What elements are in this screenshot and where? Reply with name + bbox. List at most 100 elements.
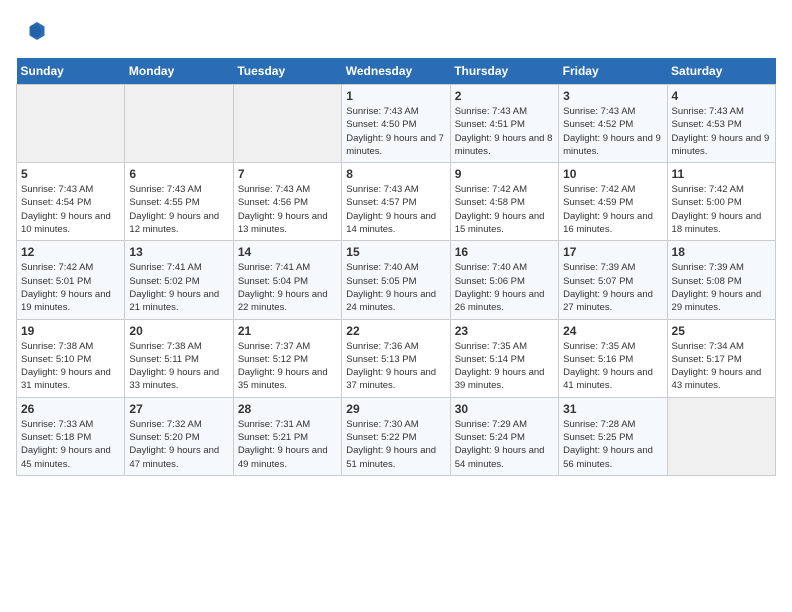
day-info: Sunrise: 7:43 AM Sunset: 4:55 PM Dayligh… [129,183,228,236]
calendar-cell: 23Sunrise: 7:35 AM Sunset: 5:14 PM Dayli… [450,319,558,397]
calendar-cell: 22Sunrise: 7:36 AM Sunset: 5:13 PM Dayli… [342,319,450,397]
day-number: 26 [21,402,120,416]
day-number: 24 [563,324,662,338]
day-header-saturday: Saturday [667,58,775,85]
calendar-cell: 24 Sunrise: 7:35 AM Sunset: 5:16 PM Dayli… [559,319,667,397]
day-number: 11 [672,167,771,181]
day-info: Sunrise: 7:37 AM Sunset: 5:12 PM Dayligh… [238,340,337,393]
day-info: Sunrise: 7:35 AM Sunset: 5:16 PM Dayligh… [563,340,662,393]
day-info: Sunrise: 7:42 AM Sunset: 5:00 PM Dayligh… [672,183,771,236]
day-info: Sunrise: 7:42 AM Sunset: 5:01 PM Dayligh… [21,261,120,314]
calendar-cell: 5 Sunrise: 7:43 AM Sunset: 4:54 PM Daylig… [17,163,125,241]
day-number: 19 [21,324,120,338]
week-row-1: 1 Sunrise: 7:43 AM Sunset: 4:50 PM Daylig… [17,85,776,163]
calendar-cell [17,85,125,163]
day-info: Sunrise: 7:34 AM Sunset: 5:17 PM Dayligh… [672,340,771,393]
calendar-cell: 3 Sunrise: 7:43 AM Sunset: 4:52 PM Daylig… [559,85,667,163]
calendar-cell: 21 Sunrise: 7:37 AM Sunset: 5:12 PM Dayli… [233,319,341,397]
day-number: 28 [238,402,337,416]
week-row-2: 5 Sunrise: 7:43 AM Sunset: 4:54 PM Daylig… [17,163,776,241]
day-number: 31 [563,402,662,416]
calendar-cell: 30 Sunrise: 7:29 AM Sunset: 5:24 PM Dayli… [450,397,558,475]
day-header-tuesday: Tuesday [233,58,341,85]
day-header-sunday: Sunday [17,58,125,85]
day-number: 8 [346,167,445,181]
day-number: 14 [238,245,337,259]
day-info: Sunrise: 7:32 AM Sunset: 5:20 PM Dayligh… [129,418,228,471]
day-number: 2 [455,89,554,103]
calendar-cell: 15 Sunrise: 7:40 AM Sunset: 5:05 PM Dayli… [342,241,450,319]
day-number: 18 [672,245,771,259]
day-number: 20 [129,324,228,338]
day-number: 10 [563,167,662,181]
day-number: 16 [455,245,554,259]
calendar-table: SundayMondayTuesdayWednesdayThursdayFrid… [16,58,776,476]
day-info: Sunrise: 7:40 AM Sunset: 5:06 PM Dayligh… [455,261,554,314]
calendar-cell: 19 Sunrise: 7:38 AM Sunset: 5:10 PM Dayli… [17,319,125,397]
day-number: 29 [346,402,445,416]
day-info: Sunrise: 7:39 AM Sunset: 5:07 PM Dayligh… [563,261,662,314]
day-info: Sunrise: 7:43 AM Sunset: 4:56 PM Dayligh… [238,183,337,236]
week-row-4: 19 Sunrise: 7:38 AM Sunset: 5:10 PM Dayli… [17,319,776,397]
calendar-cell: 10 Sunrise: 7:42 AM Sunset: 4:59 PM Dayli… [559,163,667,241]
day-number: 12 [21,245,120,259]
logo [16,16,50,46]
day-info: Sunrise: 7:38 AM Sunset: 5:11 PM Dayligh… [129,340,228,393]
day-number: 3 [563,89,662,103]
day-number: 15 [346,245,445,259]
day-number: 22 [346,324,445,338]
day-number: 7 [238,167,337,181]
day-info: Sunrise: 7:29 AM Sunset: 5:24 PM Dayligh… [455,418,554,471]
day-info: Sunrise: 7:33 AM Sunset: 5:18 PM Dayligh… [21,418,120,471]
calendar-cell: 9 Sunrise: 7:42 AM Sunset: 4:58 PM Daylig… [450,163,558,241]
day-number: 13 [129,245,228,259]
day-number: 4 [672,89,771,103]
day-number: 17 [563,245,662,259]
day-info: Sunrise: 7:43 AM Sunset: 4:51 PM Dayligh… [455,105,554,158]
calendar-cell: 11 Sunrise: 7:42 AM Sunset: 5:00 PM Dayli… [667,163,775,241]
day-info: Sunrise: 7:43 AM Sunset: 4:50 PM Dayligh… [346,105,445,158]
calendar-cell: 26 Sunrise: 7:33 AM Sunset: 5:18 PM Dayli… [17,397,125,475]
day-info: Sunrise: 7:28 AM Sunset: 5:25 PM Dayligh… [563,418,662,471]
calendar-cell: 1 Sunrise: 7:43 AM Sunset: 4:50 PM Daylig… [342,85,450,163]
day-info: Sunrise: 7:39 AM Sunset: 5:08 PM Dayligh… [672,261,771,314]
day-info: Sunrise: 7:41 AM Sunset: 5:02 PM Dayligh… [129,261,228,314]
day-info: Sunrise: 7:43 AM Sunset: 4:52 PM Dayligh… [563,105,662,158]
day-number: 30 [455,402,554,416]
calendar-cell: 2 Sunrise: 7:43 AM Sunset: 4:51 PM Daylig… [450,85,558,163]
day-info: Sunrise: 7:30 AM Sunset: 5:22 PM Dayligh… [346,418,445,471]
calendar-cell: 7 Sunrise: 7:43 AM Sunset: 4:56 PM Daylig… [233,163,341,241]
calendar-cell: 4 Sunrise: 7:43 AM Sunset: 4:53 PM Daylig… [667,85,775,163]
calendar-cell: 14 Sunrise: 7:41 AM Sunset: 5:04 PM Dayli… [233,241,341,319]
day-info: Sunrise: 7:43 AM Sunset: 4:54 PM Dayligh… [21,183,120,236]
day-header-thursday: Thursday [450,58,558,85]
calendar-cell: 6Sunrise: 7:43 AM Sunset: 4:55 PM Daylig… [125,163,233,241]
calendar-cell: 27Sunrise: 7:32 AM Sunset: 5:20 PM Dayli… [125,397,233,475]
calendar-cell: 13 Sunrise: 7:41 AM Sunset: 5:02 PM Dayli… [125,241,233,319]
day-info: Sunrise: 7:42 AM Sunset: 4:59 PM Dayligh… [563,183,662,236]
calendar-cell [667,397,775,475]
calendar-cell: 20 Sunrise: 7:38 AM Sunset: 5:11 PM Dayli… [125,319,233,397]
calendar-cell: 29 Sunrise: 7:30 AM Sunset: 5:22 PM Dayli… [342,397,450,475]
day-info: Sunrise: 7:38 AM Sunset: 5:10 PM Dayligh… [21,340,120,393]
day-number: 5 [21,167,120,181]
day-number: 9 [455,167,554,181]
calendar-cell: 12 Sunrise: 7:42 AM Sunset: 5:01 PM Dayli… [17,241,125,319]
day-info: Sunrise: 7:40 AM Sunset: 5:05 PM Dayligh… [346,261,445,314]
week-row-5: 26 Sunrise: 7:33 AM Sunset: 5:18 PM Dayli… [17,397,776,475]
calendar-cell: 28Sunrise: 7:31 AM Sunset: 5:21 PM Dayli… [233,397,341,475]
calendar-cell: 25 Sunrise: 7:34 AM Sunset: 5:17 PM Dayli… [667,319,775,397]
day-info: Sunrise: 7:43 AM Sunset: 4:53 PM Dayligh… [672,105,771,158]
day-number: 21 [238,324,337,338]
day-number: 23 [455,324,554,338]
day-info: Sunrise: 7:41 AM Sunset: 5:04 PM Dayligh… [238,261,337,314]
calendar-cell: 18 Sunrise: 7:39 AM Sunset: 5:08 PM Dayli… [667,241,775,319]
week-row-3: 12 Sunrise: 7:42 AM Sunset: 5:01 PM Dayli… [17,241,776,319]
day-number: 1 [346,89,445,103]
calendar-cell: 16 Sunrise: 7:40 AM Sunset: 5:06 PM Dayli… [450,241,558,319]
day-number: 25 [672,324,771,338]
header-row: SundayMondayTuesdayWednesdayThursdayFrid… [17,58,776,85]
day-info: Sunrise: 7:42 AM Sunset: 4:58 PM Dayligh… [455,183,554,236]
calendar-cell: 17 Sunrise: 7:39 AM Sunset: 5:07 PM Dayli… [559,241,667,319]
calendar-cell: 8Sunrise: 7:43 AM Sunset: 4:57 PM Daylig… [342,163,450,241]
